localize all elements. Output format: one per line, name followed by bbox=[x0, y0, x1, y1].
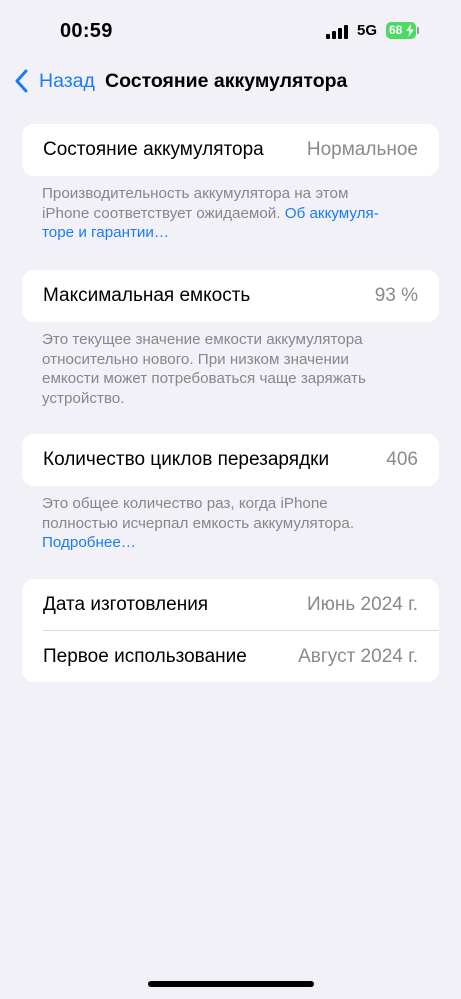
note-line: Это общее количество раз, когда iPhone bbox=[42, 495, 328, 512]
manufacture-date-label: Дата изготовления bbox=[43, 594, 209, 615]
note-line: Это текущее значение емкости аккумулятор… bbox=[42, 331, 363, 348]
back-button[interactable]: Назад bbox=[39, 70, 95, 93]
battery-health-value: Нормальное bbox=[306, 139, 418, 160]
max-capacity-label: Максимальная емкость bbox=[43, 285, 251, 306]
battery-health-row: Состояние аккумулятора Нормальное bbox=[22, 124, 439, 176]
note-line: полностью исчерпал емкость аккумулятора. bbox=[42, 514, 355, 532]
learn-more-link[interactable]: Подробнее… bbox=[42, 533, 422, 553]
network-type: 5G bbox=[357, 22, 378, 39]
battery-health-note: Производительность аккумулятора на этом … bbox=[42, 184, 422, 243]
navigation-bar: Назад Состояние аккумулятора bbox=[0, 60, 461, 104]
cycle-count-row: Количество циклов перезарядки 406 bbox=[22, 434, 439, 486]
cycle-count-card: Количество циклов перезарядки 406 bbox=[22, 434, 439, 486]
cycle-count-value: 406 bbox=[386, 449, 418, 470]
first-use-label: Первое использование bbox=[43, 646, 247, 667]
max-capacity-row: Максимальная емкость 93 % bbox=[22, 270, 439, 322]
note-line: емкости может потребоваться чаще заряжат… bbox=[42, 370, 366, 387]
status-bar: 00:59 5G 68 bbox=[0, 0, 461, 60]
cellular-signal-icon bbox=[326, 25, 352, 39]
page-title: Состояние аккумулятора bbox=[105, 70, 348, 92]
first-use-value: Август 2024 г. bbox=[298, 646, 418, 667]
battery-health-card: Состояние аккумулятора Нормальное bbox=[22, 124, 439, 176]
dates-card: Дата изготовления Июнь 2024 г. Первое ис… bbox=[22, 579, 439, 682]
note-line: относительно нового. При низком значении bbox=[42, 350, 349, 368]
status-time: 00:59 bbox=[60, 20, 113, 42]
chevron-left-icon[interactable] bbox=[14, 69, 28, 93]
battery-warranty-link[interactable]: Об аккумуля- bbox=[285, 205, 379, 222]
battery-icon: 68 bbox=[386, 22, 416, 39]
battery-warranty-link-cont[interactable]: торе и гарантии… bbox=[42, 223, 422, 243]
battery-level: 68 bbox=[389, 23, 403, 37]
note-line: Производительность аккумулятора на этом bbox=[42, 185, 349, 202]
manufacture-date-row: Дата изготовления Июнь 2024 г. bbox=[22, 579, 439, 631]
battery-tip bbox=[417, 27, 419, 34]
first-use-row: Первое использование Август 2024 г. bbox=[22, 631, 439, 683]
manufacture-date-value: Июнь 2024 г. bbox=[306, 594, 418, 615]
note-line: iPhone соответствует ожидаемой. bbox=[42, 204, 281, 222]
max-capacity-note: Это текущее значение емкости аккумулятор… bbox=[42, 330, 422, 408]
home-indicator[interactable] bbox=[148, 981, 314, 987]
max-capacity-value: 93 % bbox=[374, 285, 418, 306]
battery-health-label: Состояние аккумулятора bbox=[43, 139, 264, 160]
cycle-count-label: Количество циклов перезарядки bbox=[43, 449, 330, 470]
cycle-count-note: Это общее количество раз, когда iPhone п… bbox=[42, 494, 422, 553]
max-capacity-card: Максимальная емкость 93 % bbox=[22, 270, 439, 322]
note-line: устройство. bbox=[42, 389, 125, 407]
charging-bolt-icon bbox=[406, 24, 414, 37]
